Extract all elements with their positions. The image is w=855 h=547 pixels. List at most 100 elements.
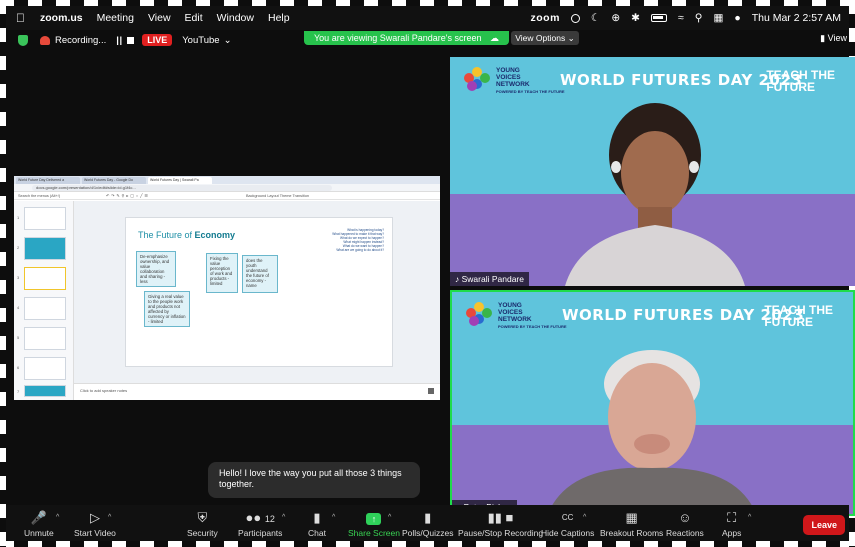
menu-search-field[interactable]: Search the menus (Alt+/): [18, 194, 78, 198]
teach-the-future-logo: TEACH THE FUTURE: [766, 69, 835, 93]
logo-line: VOICES: [496, 74, 521, 81]
sticky-note[interactable]: does the youth understand the future of …: [242, 255, 278, 293]
video-tile-swarali[interactable]: YOUNG VOICES NETWORK POWERED BY TEACH TH…: [450, 57, 855, 286]
hide-captions-button[interactable]: CC Hide Captions: [541, 510, 594, 538]
url-field[interactable]: docs.google.com/presentation/d/1x/edit#s…: [32, 184, 332, 191]
apple-icon[interactable]: : [16, 11, 30, 25]
meeting-status-bar: Recording... | | LIVE YouTube ⌄ You are …: [6, 30, 849, 50]
wifi-icon[interactable]: ≈: [678, 12, 684, 24]
speaker-notes[interactable]: Click to add speaker notes: [74, 383, 440, 400]
slide-title-plain: The Future of: [138, 230, 195, 240]
browser-tab[interactable]: World Futures Day - Google Do: [82, 176, 146, 184]
slide-title-bold: Economy: [194, 230, 236, 240]
video-options-caret[interactable]: ^: [108, 514, 111, 521]
unmute-button[interactable]: 🎤 Unmute: [24, 510, 54, 538]
security-button[interactable]: ⛨ Security: [187, 510, 218, 538]
leave-button[interactable]: Leave: [803, 515, 845, 535]
slides-toolbar-options[interactable]: Background Layout Theme Transition: [246, 194, 309, 198]
current-slide[interactable]: The Future of Economy What is happening …: [125, 217, 393, 367]
ttf-line: FUTURE: [766, 80, 815, 94]
unmute-label: Unmute: [24, 528, 54, 538]
sticky-note[interactable]: De-emphasize ownership, and value collab…: [136, 251, 176, 287]
reactions-label: Reactions: [666, 528, 704, 538]
battery-icon[interactable]: [650, 14, 667, 22]
participant-name-label: ♪ Swarali Pandare: [450, 272, 529, 286]
menu-datetime[interactable]: Thu Mar 2 2:57 AM: [752, 12, 841, 24]
slide-thumbnail[interactable]: [24, 385, 66, 397]
view-button[interactable]: ▮ View: [820, 33, 847, 44]
chat-caret[interactable]: ^: [332, 514, 335, 521]
reactions-button[interactable]: ☺ Reactions: [666, 510, 704, 538]
slide-thumbnail[interactable]: [24, 237, 66, 260]
young-voices-text: YOUNG VOICES NETWORK POWERED BY TEACH TH…: [496, 67, 565, 95]
encryption-shield-icon[interactable]: [18, 34, 28, 46]
participants-label: Participants: [238, 528, 283, 538]
cloud-recording-icon: [40, 35, 50, 45]
siri-icon[interactable]: ●: [734, 12, 740, 24]
shared-screen[interactable]: World Future Day Delivered a World Futur…: [14, 176, 440, 400]
slide-thumbnail[interactable]: [24, 207, 66, 230]
bar-chart-icon: ▮: [424, 510, 432, 525]
participants-caret[interactable]: ^: [282, 514, 285, 521]
control-center-icon[interactable]: ▦: [713, 12, 723, 24]
stop-recording-icon[interactable]: [127, 36, 135, 44]
browser-tab-strip: World Future Day Delivered a World Futur…: [14, 176, 440, 184]
share-options-caret[interactable]: ^: [388, 514, 391, 521]
slide-title: The Future of Economy: [138, 230, 235, 240]
meeting-controls-toolbar: 🎤 Unmute ^ ▷ Start Video ^ ⛨ Security ●●…: [6, 505, 849, 541]
menu-app-name[interactable]: zoom.us: [40, 12, 83, 24]
sticky-note[interactable]: Fixing the value perception of work and …: [206, 253, 238, 293]
youtube-label[interactable]: YouTube: [182, 35, 219, 46]
chat-button[interactable]: ▮ Chat: [308, 510, 326, 538]
apps-button[interactable]: ⛶ Apps: [722, 510, 741, 538]
polls-button[interactable]: ▮ Polls/Quizzes: [402, 510, 454, 538]
slide-filmstrip: 1 2 3 4 5 6 7: [14, 201, 74, 400]
participant-video-swarali: [565, 103, 745, 286]
audio-options-caret[interactable]: ^: [56, 514, 59, 521]
sticky-note[interactable]: Giving a real value to the people work a…: [144, 291, 190, 327]
pause-stop-recording-button[interactable]: ▮▮ ■ Pause/Stop Recording: [458, 510, 543, 538]
video-tile-peter[interactable]: YOUNG VOICES NETWORK POWERED BY TEACH TH…: [450, 290, 855, 516]
slides-tool-icons[interactable]: ↶↷✎⚲▸▢○╱☰: [106, 193, 246, 198]
logo-tagline: POWERED BY TEACH THE FUTURE: [496, 89, 565, 94]
slide-thumbnail[interactable]: [24, 357, 66, 380]
chat-preview-toast[interactable]: Hello! I love the way you put all those …: [208, 462, 420, 498]
slide-thumbnail[interactable]: [24, 297, 66, 320]
captions-caret[interactable]: ^: [583, 514, 586, 521]
logo-line: NETWORK: [496, 81, 530, 88]
participants-button[interactable]: ●● 12 Participants: [238, 510, 282, 538]
apps-caret[interactable]: ^: [748, 514, 751, 521]
browser-tab[interactable]: World Future Day Delivered a: [16, 176, 80, 184]
slide-thumb-number: 3: [17, 275, 20, 280]
menu-window[interactable]: Window: [217, 12, 254, 24]
hide-captions-label: Hide Captions: [541, 528, 595, 538]
slide-thumbnail[interactable]: [24, 327, 66, 350]
start-video-label: Start Video: [74, 528, 116, 538]
pause-recording-icon[interactable]: | |: [116, 35, 122, 46]
browser-tab-active[interactable]: World Futures Day | Swarali Pa: [148, 176, 212, 184]
viewing-banner-text: You are viewing Swarali Pandare's screen: [314, 33, 482, 43]
expand-icon[interactable]: [428, 388, 434, 394]
zoom-status-logo[interactable]: zoom: [531, 12, 560, 24]
breakout-label: Breakout Rooms: [600, 528, 664, 538]
slide-thumbnail-selected[interactable]: [24, 267, 66, 290]
view-options-button[interactable]: View Options ⌄: [511, 31, 579, 45]
menu-edit[interactable]: Edit: [185, 12, 203, 24]
menu-meeting[interactable]: Meeting: [97, 12, 134, 24]
logo-line: NETWORK: [498, 316, 532, 323]
reaction-smiley-icon: ☺: [678, 510, 692, 525]
control-icon[interactable]: ⊕: [611, 12, 620, 24]
share-screen-button[interactable]: ↑ Share Screen: [348, 510, 400, 538]
screen-recording-icon[interactable]: [570, 13, 580, 23]
breakout-rooms-button[interactable]: ▦ Breakout Rooms: [600, 510, 663, 538]
bluetooth-icon[interactable]: ✱: [631, 12, 640, 24]
moon-icon[interactable]: ☾: [591, 12, 600, 24]
chevron-down-icon[interactable]: ⌄: [224, 35, 232, 46]
spotlight-search-icon[interactable]: ⚲: [695, 12, 703, 24]
slide-thumb-number: 1: [17, 215, 20, 220]
menu-view[interactable]: View: [148, 12, 171, 24]
grid-view-icon: ▮: [820, 33, 826, 43]
viewing-screen-banner: You are viewing Swarali Pandare's screen…: [304, 31, 509, 45]
menu-help[interactable]: Help: [268, 12, 290, 24]
young-voices-text: YOUNG VOICES NETWORK POWERED BY TEACH TH…: [498, 302, 567, 330]
